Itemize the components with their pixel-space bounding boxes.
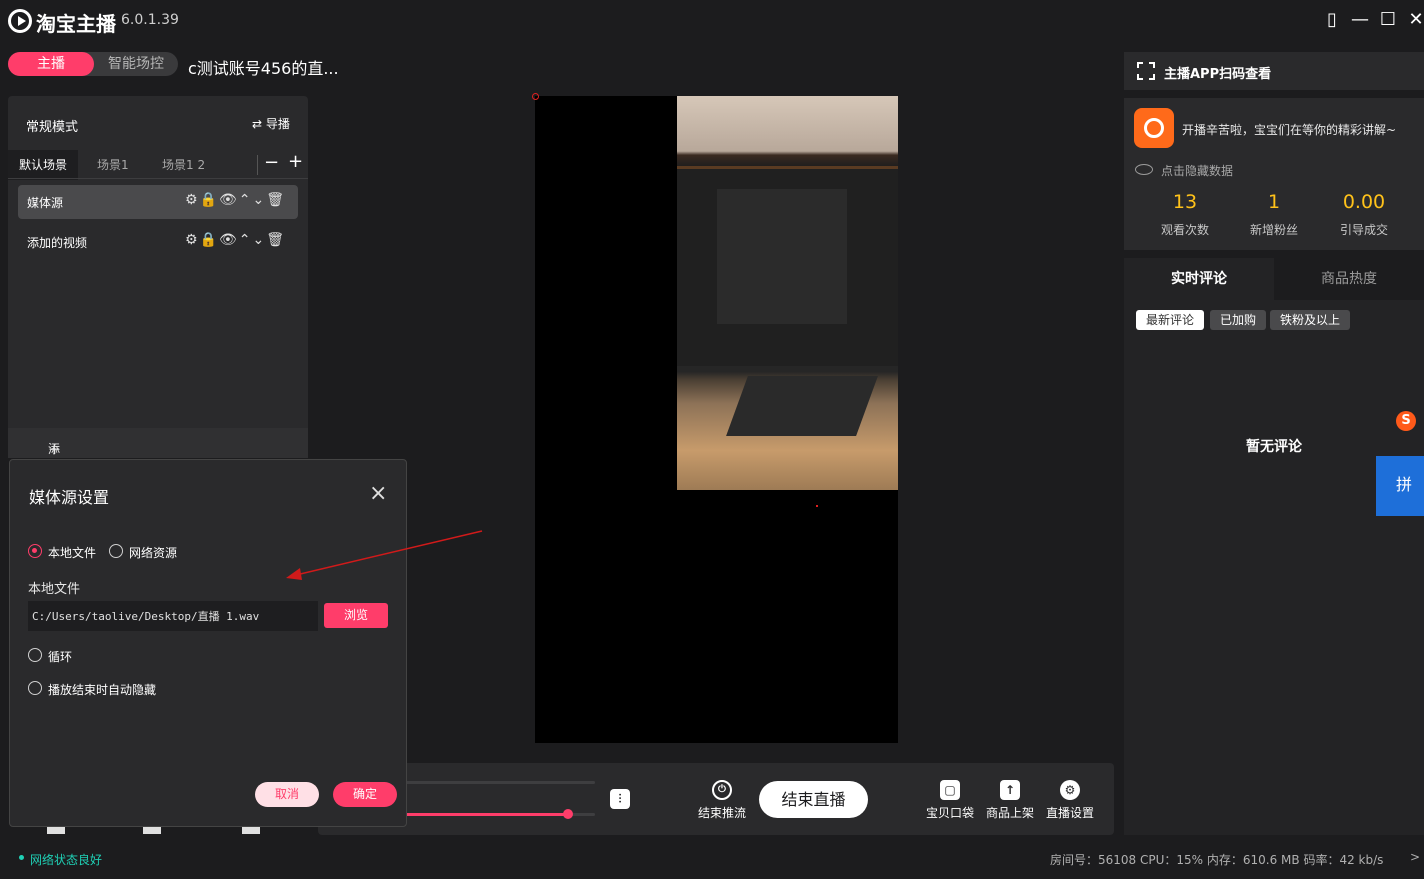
end-live-button[interactable]: 结束直播 bbox=[759, 781, 868, 818]
scan-label: 主播APP扫码查看 bbox=[1164, 67, 1272, 82]
ime-toolbar[interactable]: 拼 bbox=[1376, 456, 1424, 516]
mic-volume-slider[interactable] bbox=[405, 781, 595, 784]
title-bar bbox=[0, 0, 1424, 42]
monitor-screen bbox=[677, 166, 898, 366]
mode-label: 常规模式 bbox=[26, 120, 79, 135]
gear-icon: ⚙ bbox=[1060, 780, 1080, 800]
dialog-title: 媒体源设置 bbox=[29, 488, 110, 507]
avatar bbox=[1134, 108, 1174, 148]
remove-scene-button[interactable]: − bbox=[264, 152, 279, 173]
add-element-button[interactable]: + 添加元素 bbox=[8, 428, 308, 507]
scan-icon bbox=[1137, 62, 1155, 80]
loop-checkbox[interactable] bbox=[28, 648, 42, 662]
stat-views-label: 观看次数 bbox=[1160, 223, 1209, 237]
stat-fans-value: 1 bbox=[1267, 191, 1281, 213]
stat-deals-label: 引导成交 bbox=[1339, 223, 1388, 237]
source-label: 媒体源 bbox=[27, 196, 64, 210]
room-title: c测试账号456的直... bbox=[188, 59, 339, 78]
close-icon[interactable]: ✕ bbox=[1404, 8, 1424, 32]
empty-comments-text: 暂无评论 bbox=[1246, 439, 1302, 455]
scene-tab-default[interactable]: 默认场景 bbox=[8, 150, 78, 180]
comment-area bbox=[1124, 300, 1424, 835]
sogou-ime-icon[interactable]: S bbox=[1396, 411, 1416, 431]
minimize-icon[interactable]: — bbox=[1348, 8, 1372, 32]
guide-button[interactable]: ⇄ 导播 bbox=[252, 115, 290, 132]
filter-added-to-cart[interactable]: 已加购 bbox=[1210, 310, 1266, 330]
swap-icon: ⇄ bbox=[252, 117, 266, 131]
filter-loyal-fans[interactable]: 铁粉及以上 bbox=[1270, 310, 1350, 330]
power-icon: ⏻ bbox=[712, 780, 732, 800]
red-marker bbox=[816, 505, 818, 507]
monitor-window bbox=[717, 189, 847, 324]
mixer-icon[interactable]: ⫶ bbox=[610, 789, 630, 809]
tab-host[interactable]: 主播 bbox=[8, 52, 94, 76]
add-scene-button[interactable]: + bbox=[288, 151, 303, 172]
room-stats: 房间号：56108 CPU：15% 内存：610.6 MB 码率：42 kb/s bbox=[1050, 853, 1384, 867]
eye-icon[interactable] bbox=[1135, 164, 1153, 175]
app-title: 淘宝主播 bbox=[36, 12, 116, 36]
annotation-arrow bbox=[286, 530, 483, 580]
radio-network-resource[interactable] bbox=[109, 544, 123, 558]
network-status: 网络状态良好 bbox=[30, 853, 103, 867]
radio-local-file-label[interactable]: 本地文件 bbox=[48, 544, 96, 561]
camera-feed-image bbox=[677, 96, 898, 490]
tab-live-comments[interactable]: 实时评论 bbox=[1124, 258, 1274, 300]
scene-tab-1-2[interactable]: 场景1 2 bbox=[162, 150, 205, 180]
product-launch-button[interactable]: ↑ 商品上架 bbox=[980, 780, 1040, 821]
app-version: 6.0.1.39 bbox=[121, 12, 179, 28]
stop-push-button[interactable]: ⏻ 结束推流 bbox=[694, 780, 750, 821]
browse-button[interactable]: 浏览 bbox=[324, 603, 388, 628]
app-logo-icon bbox=[8, 9, 32, 33]
upload-icon: ↑ bbox=[1000, 780, 1020, 800]
file-path-input[interactable] bbox=[28, 601, 318, 631]
monitor-stand bbox=[726, 376, 878, 436]
auto-hide-label[interactable]: 播放结束时自动隐藏 bbox=[48, 681, 156, 698]
maximize-icon[interactable]: ☐ bbox=[1376, 8, 1400, 32]
source-label: 添加的视频 bbox=[27, 236, 88, 250]
tab-product-heat[interactable]: 商品热度 bbox=[1274, 258, 1424, 300]
network-status-dot bbox=[19, 855, 24, 860]
radio-network-resource-label[interactable]: 网络资源 bbox=[129, 544, 177, 561]
stat-fans-label: 新增粉丝 bbox=[1249, 223, 1298, 237]
source-row[interactable]: 添加的视频 ⚙🔒👁⌃⌄🗑 bbox=[18, 225, 298, 259]
local-file-label: 本地文件 bbox=[28, 582, 81, 597]
radio-local-file[interactable] bbox=[28, 544, 42, 558]
media-source-dialog bbox=[9, 459, 407, 827]
stat-views-value: 13 bbox=[1172, 191, 1198, 213]
source-tools[interactable]: ⚙🔒👁⌃⌄🗑 bbox=[185, 192, 286, 208]
chevron-right-icon[interactable]: > bbox=[1410, 850, 1420, 864]
source-tools[interactable]: ⚙🔒👁⌃⌄🗑 bbox=[185, 232, 286, 248]
divider bbox=[8, 178, 308, 179]
pinyin-icon: 拼 bbox=[1396, 475, 1413, 494]
file-icon[interactable]: ▯ bbox=[1320, 8, 1344, 32]
tab-smart-control[interactable]: 智能场控 bbox=[96, 52, 176, 76]
auto-hide-checkbox[interactable] bbox=[28, 681, 42, 695]
close-icon[interactable]: × bbox=[369, 481, 387, 506]
confirm-button[interactable]: 确定 bbox=[333, 782, 397, 807]
cancel-button[interactable]: 取消 bbox=[255, 782, 319, 807]
red-marker bbox=[532, 93, 539, 100]
scene-tab-1[interactable]: 场景1 bbox=[97, 150, 129, 180]
loop-label[interactable]: 循环 bbox=[48, 648, 72, 665]
greeting-text: 开播辛苦啦，宝宝们在等你的精彩讲解~ bbox=[1182, 123, 1397, 137]
product-bag-button[interactable]: ▢ 宝贝口袋 bbox=[920, 780, 980, 821]
stat-deals-value: 0.00 bbox=[1342, 191, 1386, 213]
hide-data-link[interactable]: 点击隐藏数据 bbox=[1161, 162, 1233, 179]
filter-latest-comments[interactable]: 最新评论 bbox=[1136, 310, 1204, 330]
bag-icon: ▢ bbox=[940, 780, 960, 800]
divider bbox=[257, 155, 258, 175]
source-row[interactable]: 媒体源 ⚙🔒👁⌃⌄🗑 bbox=[18, 185, 298, 219]
volume-fill bbox=[405, 813, 569, 816]
live-settings-button[interactable]: ⚙ 直播设置 bbox=[1040, 780, 1100, 821]
